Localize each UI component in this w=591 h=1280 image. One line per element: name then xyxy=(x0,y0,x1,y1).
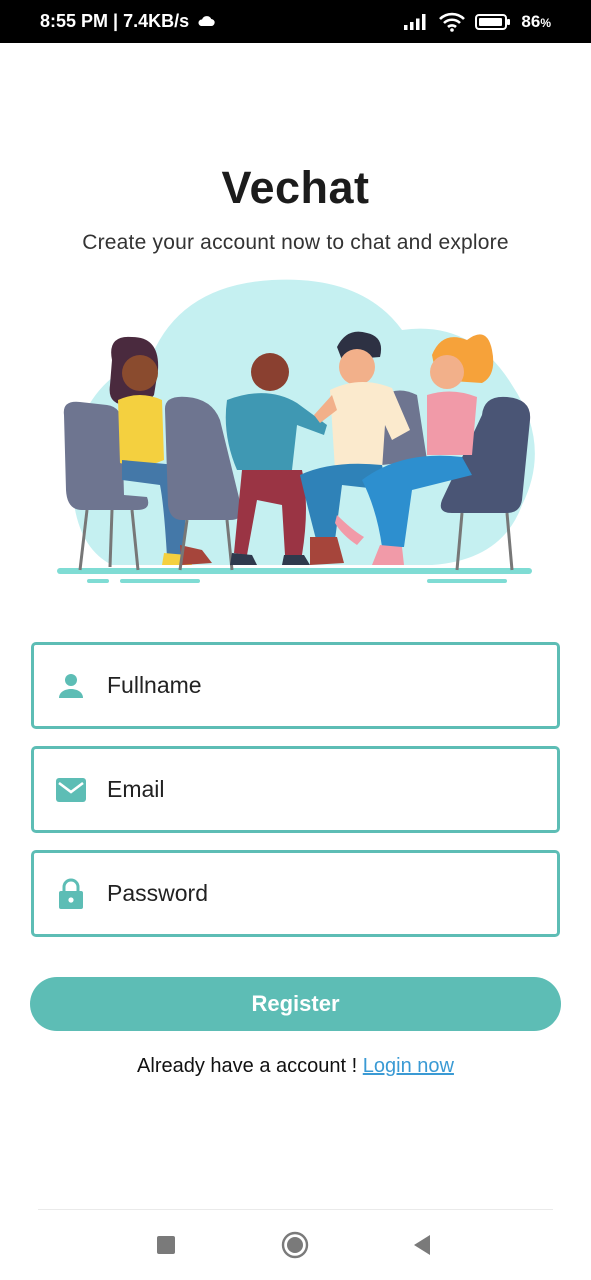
back-triangle-icon[interactable] xyxy=(407,1230,437,1260)
fullname-field[interactable]: Fullname xyxy=(31,642,560,729)
group-chat-illustration xyxy=(52,275,542,587)
mail-icon xyxy=(51,770,91,810)
app-subtitle: Create your account now to chat and expl… xyxy=(82,231,509,254)
cloud-icon xyxy=(197,11,215,32)
email-placeholder: Email xyxy=(107,776,165,802)
register-screen: 8:55 PM | 7.4KB/s 86% Vechat Create your… xyxy=(0,0,591,1280)
password-field[interactable]: Password xyxy=(31,850,560,937)
home-circle-icon[interactable] xyxy=(280,1230,310,1260)
password-placeholder: Password xyxy=(107,880,208,906)
app-title: Vechat xyxy=(221,162,370,213)
system-nav-bar xyxy=(0,1215,591,1275)
person-icon xyxy=(51,666,91,706)
wifi-icon xyxy=(439,12,466,32)
fullname-placeholder: Fullname xyxy=(107,672,202,698)
login-prompt-text: Already have a account ! xyxy=(137,1055,363,1077)
battery-unit: % xyxy=(540,15,551,30)
signal-icon xyxy=(403,13,429,31)
status-bar: 8:55 PM | 7.4KB/s 86% xyxy=(0,0,591,43)
battery-percent: 86 xyxy=(521,11,541,31)
battery-level: 86% xyxy=(521,12,551,32)
lock-icon xyxy=(51,874,91,914)
email-field[interactable]: Email xyxy=(31,746,560,833)
login-now-link[interactable]: Login now xyxy=(363,1055,454,1077)
status-time-speed: 8:55 PM | 7.4KB/s xyxy=(40,11,190,31)
battery-icon xyxy=(475,13,511,31)
register-button[interactable]: Register xyxy=(30,977,561,1031)
status-right: 86% xyxy=(403,12,551,32)
recents-square-icon[interactable] xyxy=(151,1230,181,1260)
status-left: 8:55 PM | 7.4KB/s xyxy=(40,11,215,32)
nav-divider xyxy=(38,1209,553,1210)
login-prompt-line: Already have a account ! Login now xyxy=(0,1055,591,1078)
